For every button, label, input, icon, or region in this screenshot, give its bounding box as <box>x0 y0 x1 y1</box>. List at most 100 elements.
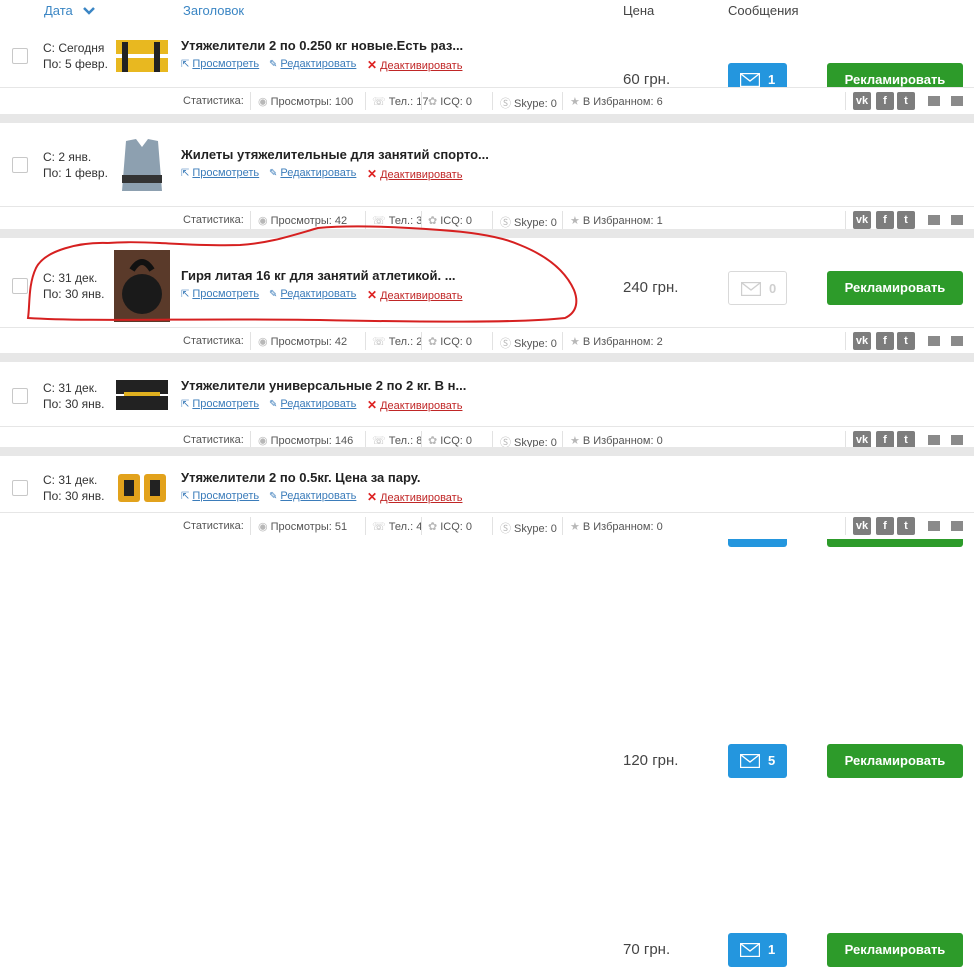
icq-stat: ✿ ICQ: 0 <box>428 435 473 447</box>
tool-icon[interactable] <box>928 435 940 445</box>
view-link[interactable]: ⇱ Просмотреть <box>181 58 259 70</box>
listing-stats-bar: Статистика: ◉ Просмотры: 51 ☏ Тел.: 4 ✿ ICQ: 0… <box>0 512 974 539</box>
deactivate-link[interactable]: ✕ Деактивировать <box>367 58 462 72</box>
listing-title[interactable]: Утяжелители 2 по 0.5кг. Цена за пару. <box>181 470 420 485</box>
vk-share-icon[interactable]: vk <box>853 517 871 535</box>
flower-icon: ✿ <box>428 336 438 348</box>
phone-stat: ☏ Тел.: 8 <box>372 435 423 447</box>
column-messages-header: Сообщения <box>728 3 799 18</box>
row-separator <box>0 229 974 238</box>
advertise-button[interactable]: Рекламировать <box>827 744 963 778</box>
skype-icon: Ⓢ <box>500 98 511 110</box>
view-link[interactable]: ⇱ Просмотреть <box>181 288 259 300</box>
tool-icon[interactable] <box>951 96 963 106</box>
facebook-share-icon[interactable]: f <box>876 517 894 535</box>
select-checkbox[interactable] <box>12 388 28 404</box>
close-icon: ✕ <box>367 398 378 412</box>
listing-title[interactable]: Гиря литая 16 кг для занятий атлетикой. … <box>181 268 456 283</box>
listing-dates: С: 31 дек. По: 30 янв. <box>43 472 104 504</box>
facebook-share-icon[interactable]: f <box>876 332 894 350</box>
sort-by-date[interactable]: Дата <box>44 3 73 18</box>
skype-icon: Ⓢ <box>500 338 511 350</box>
tool-icon[interactable] <box>951 336 963 346</box>
select-checkbox[interactable] <box>12 48 28 64</box>
tool-icon[interactable] <box>951 215 963 225</box>
twitter-share-icon[interactable]: t <box>897 211 915 229</box>
column-title-header[interactable]: Заголовок <box>183 3 244 18</box>
date-from: С: 31 дек. <box>43 381 98 395</box>
external-link-icon: ⇱ <box>181 490 190 502</box>
view-link[interactable]: ⇱ Просмотреть <box>181 490 259 502</box>
edit-link[interactable]: ✎ Редактировать <box>269 167 356 179</box>
date-to: По: 30 янв. <box>43 488 105 503</box>
skype-stat: Ⓢ Skype: 0 <box>500 95 557 111</box>
twitter-share-icon[interactable]: t <box>897 517 915 535</box>
date-to: По: 30 янв. <box>43 397 105 411</box>
deactivate-link[interactable]: ✕ Деактивировать <box>367 167 462 181</box>
edit-link[interactable]: ✎ Редактировать <box>269 490 356 502</box>
tool-icon[interactable] <box>928 521 940 531</box>
tool-icon[interactable] <box>951 521 963 531</box>
listing-dates: С: 2 янв. По: 1 февр. <box>43 149 108 181</box>
view-link[interactable]: ⇱ Просмотреть <box>181 398 259 410</box>
listing-row: С: 31 дек. По: 30 янв. Гиря литая 16 кг дл… <box>0 244 974 547</box>
select-checkbox[interactable] <box>12 278 28 294</box>
vk-share-icon[interactable]: vk <box>853 332 871 350</box>
views-stat: ◉ Просмотры: 42 <box>258 215 348 227</box>
phone-stat: ☏ Тел.: 2 <box>372 336 423 348</box>
listing-thumbnail[interactable] <box>114 250 170 322</box>
tool-icon[interactable] <box>928 336 940 346</box>
skype-icon: Ⓢ <box>500 523 511 535</box>
flower-icon: ✿ <box>428 96 438 108</box>
deactivate-link[interactable]: ✕ Деактивировать <box>367 398 462 412</box>
tool-icon[interactable] <box>928 215 940 225</box>
vk-share-icon[interactable]: vk <box>853 211 871 229</box>
listing-price: 70 грн. <box>623 940 671 958</box>
twitter-share-icon[interactable]: t <box>897 92 915 110</box>
listing-thumbnail[interactable] <box>114 467 170 508</box>
facebook-share-icon[interactable]: f <box>876 211 894 229</box>
listing-thumbnail[interactable] <box>114 135 170 195</box>
phone-icon: ☏ <box>372 96 386 108</box>
listing-title[interactable]: Утяжелители универсальные 2 по 2 кг. В н… <box>181 378 466 393</box>
select-checkbox[interactable] <box>12 479 28 496</box>
favorites-stat: ★ В Избранном: 1 <box>570 215 663 227</box>
chevron-down-icon[interactable] <box>82 4 96 18</box>
stats-label: Статистика: <box>183 434 244 446</box>
facebook-share-icon[interactable]: f <box>876 92 894 110</box>
pencil-icon: ✎ <box>269 289 278 300</box>
messages-count: 5 <box>768 753 776 768</box>
eye-icon: ◉ <box>258 435 268 447</box>
messages-button[interactable]: 1 <box>728 932 787 967</box>
icq-stat: ✿ ICQ: 0 <box>428 215 473 227</box>
flower-icon: ✿ <box>428 521 438 533</box>
view-link[interactable]: ⇱ Просмотреть <box>181 167 259 179</box>
edit-link[interactable]: ✎ Редактировать <box>269 398 356 410</box>
skype-icon: Ⓢ <box>500 217 511 229</box>
deactivate-link[interactable]: ✕ Деактивировать <box>367 288 462 302</box>
listing-title[interactable]: Жилеты утяжелительные для занятий спорто… <box>181 147 489 162</box>
listing-thumbnail[interactable] <box>114 36 170 76</box>
date-to: По: 1 февр. <box>43 166 108 180</box>
select-checkbox[interactable] <box>12 157 28 173</box>
external-link-icon: ⇱ <box>181 59 190 70</box>
icq-stat: ✿ ICQ: 0 <box>428 336 473 348</box>
favorites-stat: ★ В Избранном: 0 <box>570 435 663 447</box>
tool-icon[interactable] <box>951 435 963 445</box>
listing-title[interactable]: Утяжелители 2 по 0.250 кг новые.Есть раз… <box>181 38 463 53</box>
tool-icon[interactable] <box>928 96 940 106</box>
star-icon: ★ <box>570 336 580 348</box>
edit-link[interactable]: ✎ Редактировать <box>269 58 356 70</box>
deactivate-link[interactable]: ✕ Деактивировать <box>367 490 462 504</box>
row-separator <box>0 353 974 362</box>
vk-share-icon[interactable]: vk <box>853 92 871 110</box>
views-stat: ◉ Просмотры: 146 <box>258 435 354 447</box>
envelope-icon <box>740 73 760 87</box>
skype-stat: Ⓢ Skype: 0 <box>500 214 557 230</box>
phone-icon: ☏ <box>372 521 386 533</box>
edit-link[interactable]: ✎ Редактировать <box>269 288 356 300</box>
twitter-share-icon[interactable]: t <box>897 332 915 350</box>
advertise-button[interactable]: Рекламировать <box>827 932 963 967</box>
listing-thumbnail[interactable] <box>114 376 170 416</box>
messages-button[interactable]: 5 <box>728 744 787 778</box>
